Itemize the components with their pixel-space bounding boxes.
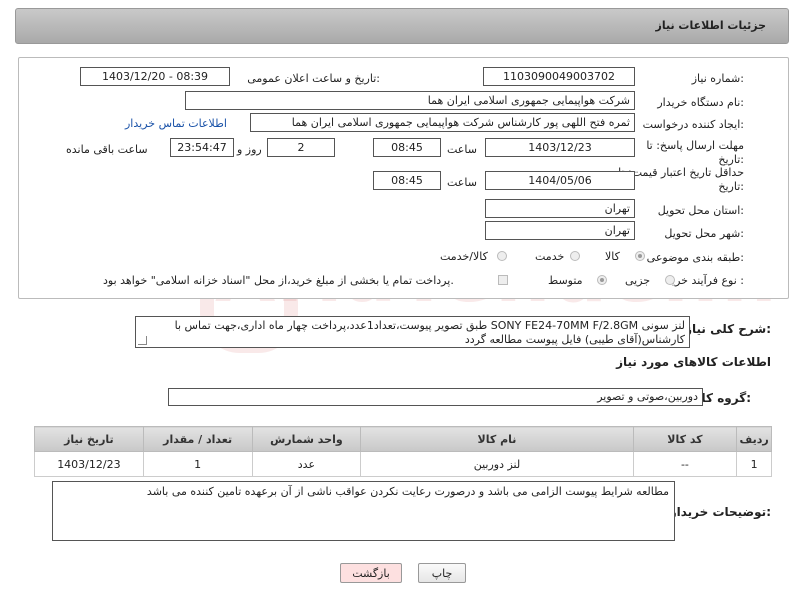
col-goods-name: نام کالا: [360, 426, 634, 452]
need-number-label: شماره نیاز:: [691, 72, 744, 85]
price-validity-date-field: 1404/05/06: [485, 171, 635, 190]
goods-table: ردیف کد کالا نام کالا واحد شمارش تعداد /…: [34, 426, 772, 477]
goods-table-header: ردیف کد کالا نام کالا واحد شمارش تعداد /…: [34, 426, 772, 452]
creator-label: ایجاد کننده درخواست:: [642, 118, 744, 131]
province-field: تهران: [485, 199, 635, 218]
announce-date-field: 1403/12/20 - 08:39: [80, 67, 230, 86]
price-time-label: ساعت: [447, 176, 477, 189]
process-option-minor: جزیی: [625, 274, 651, 287]
remaining-time-field: 23:54:47: [170, 138, 234, 157]
cell-need-date: 1403/12/23: [34, 451, 144, 477]
print-button[interactable]: چاپ: [418, 563, 466, 583]
col-row-number: ردیف: [736, 426, 772, 452]
category-option-goods-service: کالا/خدمت: [440, 250, 488, 263]
process-radio-medium[interactable]: [597, 275, 607, 285]
remaining-label: ساعت باقی مانده: [66, 143, 148, 156]
cell-goods-name: لنز دوربین: [360, 451, 634, 477]
category-option-goods: کالا: [605, 250, 620, 263]
category-radio-goods-service[interactable]: [497, 251, 507, 261]
deadline-time-field: 08:45: [373, 138, 441, 157]
page-header: جزئیات اطلاعات نیاز: [15, 8, 789, 44]
buyer-org-field: شرکت هواپیمایی جمهوری اسلامی ایران هما: [185, 91, 635, 110]
col-quantity: تعداد / مقدار: [142, 426, 253, 452]
cell-quantity: 1: [142, 451, 253, 477]
deadline-date-field: 1403/12/23: [485, 138, 635, 157]
category-option-service: خدمت: [535, 250, 565, 263]
page-title: جزئیات اطلاعات نیاز: [655, 19, 767, 32]
cell-goods-code: --: [632, 451, 738, 477]
need-description-field: لنز سونی SONY FE24-70MM F/2.8GM طبق تصوی…: [135, 316, 690, 348]
treasury-payment-checkbox[interactable]: [498, 275, 508, 285]
days-label: روز و: [237, 143, 262, 156]
process-option-medium: متوسط: [548, 274, 583, 287]
price-time-field: 08:45: [373, 171, 441, 190]
category-label: طبقه بندی موضوعی:: [646, 251, 744, 264]
back-button[interactable]: بازگشت: [340, 563, 402, 583]
table-row: 1 -- لنز دوربین عدد 1 1403/12/23: [34, 451, 772, 477]
category-radio-service[interactable]: [570, 251, 580, 261]
category-radio-goods[interactable]: [635, 251, 645, 261]
days-field: 2: [267, 138, 335, 157]
buyer-notes-label: توضیحات خریدار:: [669, 505, 771, 519]
col-unit: واحد شمارش: [251, 426, 362, 452]
deadline-label: مهلت ارسال پاسخ: تا تاریخ:: [646, 139, 744, 166]
goods-section-title: اطلاعات کالاهای مورد نیاز: [616, 355, 771, 369]
creator-field: ثمره فتح اللهی پور کارشناس شرکت هواپیمای…: [250, 113, 635, 132]
city-label: شهر محل تحویل:: [664, 227, 744, 240]
deadline-time-label: ساعت: [447, 143, 477, 156]
buyer-org-label: نام دستگاه خریدار:: [657, 96, 744, 109]
announce-date-label: تاریخ و ساعت اعلان عمومی:: [247, 72, 380, 85]
goods-group-field: دوربین،صوتی و تصویر: [168, 388, 703, 406]
buyer-contact-link[interactable]: اطلاعات تماس خریدار: [125, 117, 227, 130]
need-number-field: 1103090049003702: [483, 67, 635, 86]
treasury-payment-note: پرداخت تمام یا بخشی از مبلغ خرید،از محل …: [103, 274, 454, 287]
col-goods-code: کد کالا: [632, 426, 738, 452]
cell-row-number: 1: [736, 451, 772, 477]
province-label: استان محل تحویل:: [657, 204, 744, 217]
need-description-label: شرح کلی نیاز:: [685, 322, 771, 336]
city-field: تهران: [485, 221, 635, 240]
col-need-date: تاریخ نیاز: [34, 426, 144, 452]
process-label: نوع فرآیند خرید :: [666, 274, 744, 287]
process-radio-minor[interactable]: [665, 275, 675, 285]
cell-unit: عدد: [251, 451, 362, 477]
resize-handle-icon[interactable]: [138, 336, 147, 345]
buyer-notes-field: مطالعه شرایط پیوست الزامی می باشد و درصو…: [52, 481, 675, 541]
